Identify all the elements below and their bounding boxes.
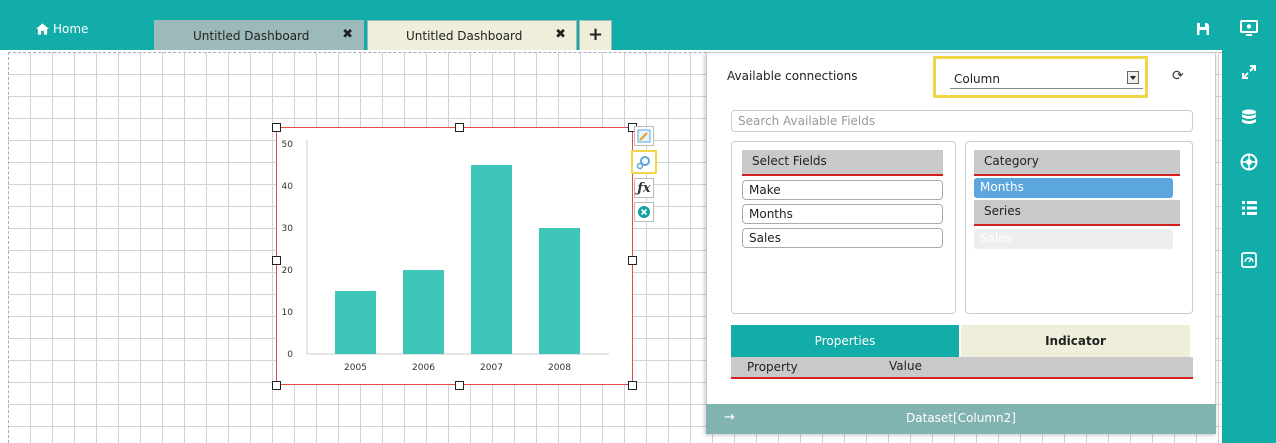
chevron-down-icon[interactable] [1127, 71, 1139, 84]
search-fields-input[interactable]: Search Available Fields [731, 110, 1193, 132]
available-connections-label: Available connections [727, 69, 858, 83]
list-icon[interactable] [1235, 196, 1263, 220]
field-item[interactable]: Make [742, 180, 943, 200]
tab-label: Untitled Dashboard [406, 29, 523, 43]
home-link[interactable]: Home [36, 22, 88, 36]
chart-widget[interactable]: 0 10 20 30 40 50 2005 2006 2007 2008 [276, 127, 633, 385]
x-tick-label: 2007 [480, 363, 503, 373]
bar-chart: 0 10 20 30 40 50 2005 2006 2007 2008 [282, 140, 609, 373]
add-tab-button[interactable]: + [579, 20, 612, 50]
select-fields-header: Select Fields [742, 150, 943, 176]
home-icon [36, 23, 49, 35]
property-tabs: Properties Indicator [731, 325, 1190, 357]
resize-handle[interactable] [272, 123, 281, 132]
category-header: Category [974, 150, 1180, 176]
value-column-header: Value [889, 359, 922, 373]
database-icon[interactable] [1235, 106, 1263, 130]
chart-settings-icon[interactable] [631, 150, 657, 174]
series-item[interactable]: Sales [974, 229, 1173, 249]
resize-handle[interactable] [628, 256, 637, 265]
tab-label: Untitled Dashboard [193, 29, 310, 43]
edit-chart-icon[interactable] [634, 126, 654, 146]
resize-handle[interactable] [455, 123, 464, 132]
resize-handle[interactable] [272, 381, 281, 390]
bar [403, 270, 444, 354]
category-series-box: Category Months Series Sales [965, 141, 1193, 314]
globe-icon[interactable] [1235, 150, 1263, 174]
dataset-bar[interactable]: → Dataset[Column2] [706, 404, 1216, 434]
tab-properties[interactable]: Properties [731, 325, 959, 357]
data-source-panel: Available connections Column ⟳ Search Av… [706, 52, 1216, 433]
right-toolbar [1222, 0, 1276, 443]
property-table-header: Property Value [731, 357, 1193, 379]
connection-select-highlight: Column [933, 56, 1148, 98]
tab-untitled-dashboard-1[interactable]: Untitled Dashboard ✖ [154, 20, 364, 50]
preview-icon[interactable] [1235, 16, 1263, 40]
x-tick-label: 2006 [412, 363, 435, 373]
bar [335, 291, 376, 354]
y-tick-label: 0 [287, 350, 293, 360]
resize-handle[interactable] [272, 256, 281, 265]
top-bar: Home Untitled Dashboard ✖ Untitled Dashb… [0, 0, 1222, 50]
formula-icon[interactable]: ƒx [634, 178, 654, 198]
field-item[interactable]: Sales [742, 228, 943, 248]
bar [539, 228, 580, 354]
field-item[interactable]: Months [742, 204, 943, 224]
bar [471, 165, 512, 354]
y-tick-label: 10 [282, 308, 294, 318]
resize-handle[interactable] [455, 381, 464, 390]
series-header: Series [974, 200, 1180, 226]
delete-widget-icon[interactable] [634, 202, 654, 222]
expand-icon[interactable] [1235, 60, 1263, 84]
y-tick-label: 40 [282, 182, 294, 192]
y-tick-label: 30 [282, 224, 294, 234]
connection-select[interactable]: Column [950, 69, 1143, 89]
y-tick-label: 50 [282, 140, 294, 150]
save-icon[interactable] [1196, 22, 1210, 36]
category-item[interactable]: Months [974, 178, 1173, 198]
refresh-icon[interactable]: ⟳ [1172, 68, 1184, 84]
tab-indicator[interactable]: Indicator [961, 325, 1190, 357]
connection-select-value: Column [954, 72, 1000, 86]
x-tick-label: 2005 [344, 363, 367, 373]
select-fields-box: Select Fields Make Months Sales [731, 141, 956, 314]
resize-handle[interactable] [628, 381, 637, 390]
property-column-header: Property [747, 360, 798, 374]
dataset-label: Dataset[Column2] [906, 411, 1016, 425]
home-label: Home [53, 22, 89, 36]
close-icon[interactable]: ✖ [555, 27, 566, 42]
close-icon[interactable]: ✖ [342, 27, 353, 42]
x-tick-label: 2008 [548, 363, 571, 373]
y-tick-label: 20 [282, 266, 294, 276]
gauge-icon[interactable] [1235, 248, 1263, 272]
tab-untitled-dashboard-2[interactable]: Untitled Dashboard ✖ [367, 20, 577, 50]
